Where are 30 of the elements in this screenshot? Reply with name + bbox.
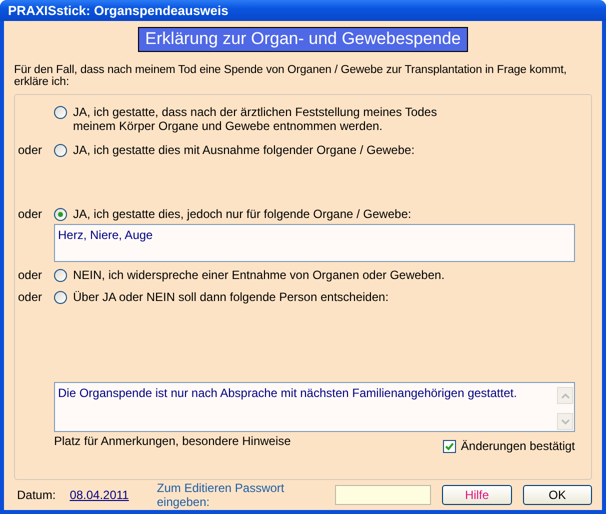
- date-label: Datum:: [17, 488, 56, 502]
- help-button[interactable]: Hilfe: [442, 485, 512, 505]
- oder-label: oder: [18, 290, 42, 304]
- option-label: JA, ich gestatte dies, jedoch nur für folgende Organe / Gewebe:: [73, 207, 412, 221]
- option-label: Über JA oder NEIN soll dann folgende Person entscheiden:: [73, 290, 389, 304]
- radio-button[interactable]: [54, 106, 67, 119]
- oder-label: oder: [18, 268, 42, 282]
- remarks-text: Die Organspende ist nur nach Absprache mit nächsten Familienangehörigen gestattet.: [58, 386, 517, 402]
- confirm-label: Änderungen bestätigt: [460, 439, 575, 453]
- remarks-text-area[interactable]: Die Organspende ist nur nach Absprache mit nächsten Familienangehörigen gestattet.: [54, 382, 575, 432]
- scroll-bar[interactable]: [556, 386, 574, 431]
- option-label: JA, ich gestatte, dass nach der ärztlichen Feststellung meines Todes meinem Körper Organe und Gewebe entnommen werden.: [73, 105, 437, 133]
- ok-button[interactable]: OK: [522, 485, 592, 505]
- radio-button[interactable]: [54, 291, 67, 304]
- option-label: JA, ich gestatte dies mit Ausnahme folgender Organe / Gewebe:: [73, 143, 415, 157]
- password-field[interactable]: [335, 485, 432, 505]
- radio-button[interactable]: [54, 269, 67, 282]
- option-label: NEIN, ich widerspreche einer Entnahme von Organen oder Geweben.: [73, 268, 445, 282]
- radio-button[interactable]: [54, 208, 67, 221]
- remarks-caption: Platz für Anmerkungen, besondere Hinweise: [54, 434, 291, 450]
- window-title: PRAXISstick: Organspendeausweis: [8, 3, 228, 18]
- oder-label: oder: [18, 207, 42, 221]
- heading: Erklärung zur Organ- und Gewebespende: [138, 27, 468, 52]
- confirm-checkbox[interactable]: [442, 440, 456, 452]
- organ-input-field[interactable]: Herz, Niere, Auge: [54, 224, 575, 262]
- radio-button[interactable]: [54, 144, 67, 157]
- intro-text: Für den Fall, dass nach meinem Tod eine Spende von Organen / Gewebe zur Transplantation in Frage kommt, erkläre ich:: [14, 64, 568, 88]
- password-label: Zum Editieren Passwort eingeben:: [156, 481, 286, 509]
- oder-label: oder: [18, 143, 42, 157]
- date-link[interactable]: 08.04.2011: [70, 488, 129, 502]
